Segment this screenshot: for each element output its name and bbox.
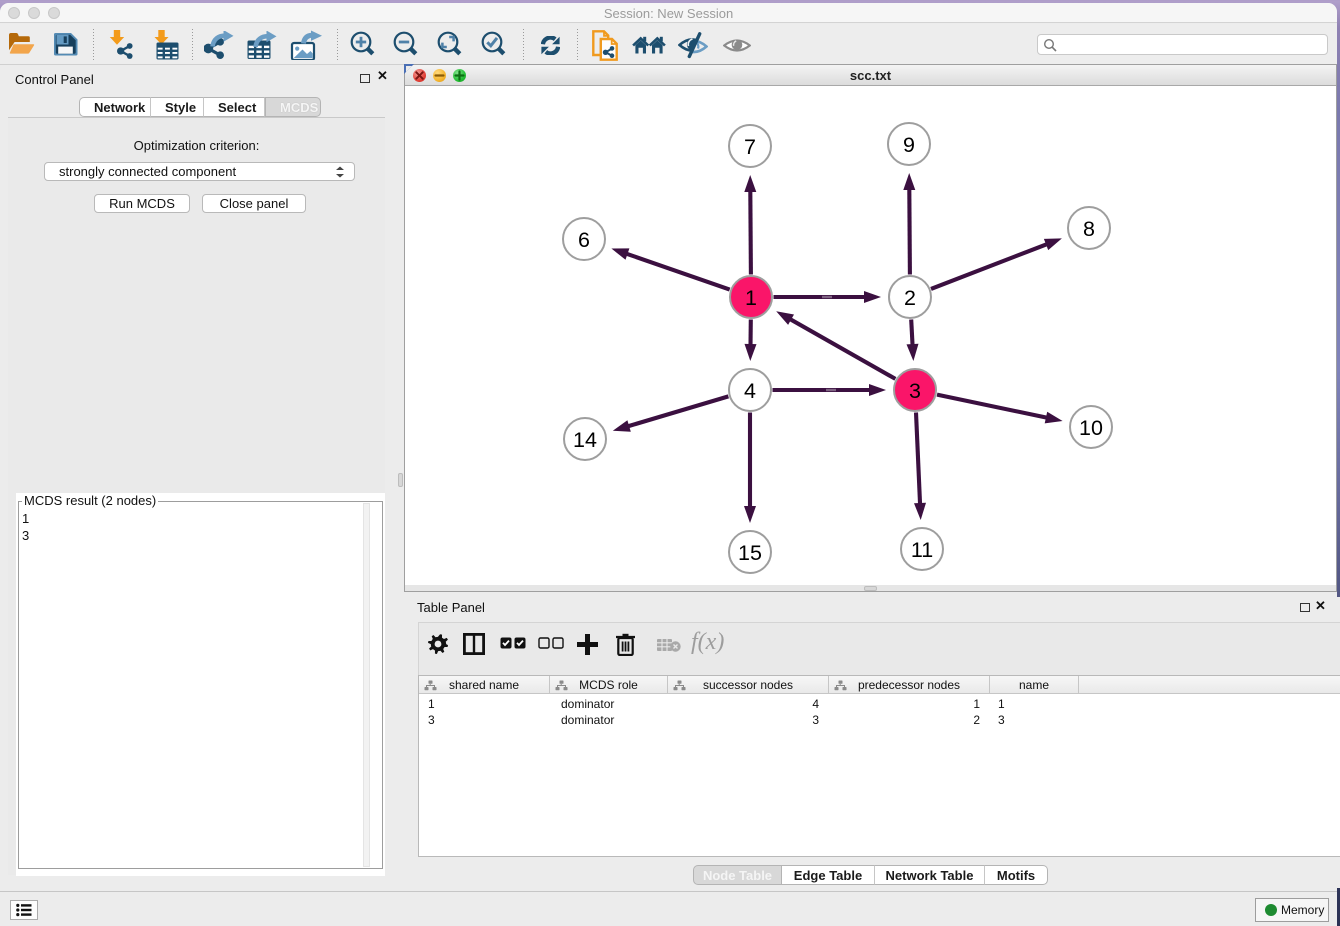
svg-text:1: 1 — [745, 286, 757, 310]
svg-text:9: 9 — [903, 133, 915, 157]
svg-text:2: 2 — [904, 286, 916, 310]
svg-text:15: 15 — [738, 541, 762, 565]
svg-text:14: 14 — [573, 428, 597, 452]
svg-text:6: 6 — [578, 228, 590, 252]
svg-text:3: 3 — [909, 379, 921, 403]
svg-text:11: 11 — [911, 538, 933, 562]
svg-text:7: 7 — [744, 135, 756, 159]
svg-text:10: 10 — [1079, 416, 1103, 440]
svg-text:8: 8 — [1083, 217, 1095, 241]
svg-text:4: 4 — [744, 379, 756, 403]
